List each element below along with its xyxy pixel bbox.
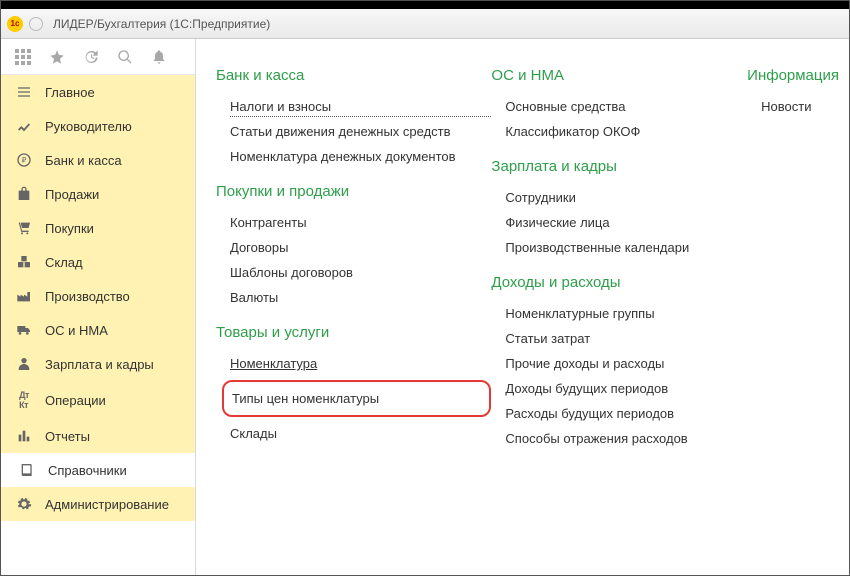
link-contract-templates[interactable]: Шаблоны договоров bbox=[216, 260, 491, 285]
link-individuals[interactable]: Физические лица bbox=[491, 210, 747, 235]
cart-icon bbox=[15, 220, 33, 236]
link-employees[interactable]: Сотрудники bbox=[491, 185, 747, 210]
sidebar-item-main[interactable]: Главное bbox=[1, 75, 195, 109]
apps-grid-icon[interactable] bbox=[15, 49, 31, 65]
sidebar-item-sales[interactable]: Продажи bbox=[1, 177, 195, 211]
boxes-icon bbox=[15, 254, 33, 270]
link-taxes[interactable]: Налоги и взносы bbox=[230, 94, 491, 119]
sidebar-item-label: Зарплата и кадры bbox=[45, 357, 154, 372]
section-income-expense[interactable]: Доходы и расходы bbox=[491, 274, 747, 291]
link-counterparties[interactable]: Контрагенты bbox=[216, 210, 491, 235]
truck-icon bbox=[15, 322, 33, 338]
link-future-expense[interactable]: Расходы будущих периодов bbox=[491, 401, 747, 426]
sidebar-item-label: Главное bbox=[45, 85, 95, 100]
link-cashflow-articles[interactable]: Статьи движения денежных средств bbox=[216, 119, 491, 144]
sidebar-item-label: Склад bbox=[45, 255, 83, 270]
factory-icon bbox=[15, 288, 33, 304]
bag-icon bbox=[15, 186, 33, 202]
section-assets[interactable]: ОС и НМА bbox=[491, 67, 747, 84]
link-nomenclature-groups[interactable]: Номенклатурные группы bbox=[491, 301, 747, 326]
sidebar-item-directories[interactable]: Справочники bbox=[1, 453, 195, 487]
sidebar-toolbar bbox=[1, 39, 195, 75]
section-info[interactable]: Информация bbox=[747, 67, 839, 84]
sidebar-item-purchases[interactable]: Покупки bbox=[1, 211, 195, 245]
section-buy-sell[interactable]: Покупки и продажи bbox=[216, 183, 491, 200]
sidebar-item-label: Справочники bbox=[48, 463, 127, 478]
sidebar-item-label: Банк и касса bbox=[45, 153, 122, 168]
link-cost-items[interactable]: Статьи затрат bbox=[491, 326, 747, 351]
person-icon bbox=[15, 356, 33, 372]
chart-line-icon bbox=[15, 118, 33, 134]
sidebar-item-warehouse[interactable]: Склад bbox=[1, 245, 195, 279]
svg-text:₽: ₽ bbox=[22, 156, 27, 165]
link-news[interactable]: Новости bbox=[747, 94, 839, 119]
sidebar-item-reports[interactable]: Отчеты bbox=[1, 419, 195, 453]
link-fixed-assets[interactable]: Основные средства bbox=[491, 94, 747, 119]
window-title: ЛИДЕР/Бухгалтерия (1С:Предприятие) bbox=[53, 17, 270, 31]
bell-icon[interactable] bbox=[151, 49, 167, 65]
highlight-price-types: Типы цен номенклатуры bbox=[222, 380, 491, 417]
section-hr[interactable]: Зарплата и кадры bbox=[491, 158, 747, 175]
history-icon[interactable] bbox=[83, 49, 99, 65]
link-other-income-expense[interactable]: Прочие доходы и расходы bbox=[491, 351, 747, 376]
sidebar: Главное Руководителю ₽ Банк и касса Прод… bbox=[1, 39, 196, 575]
sidebar-item-label: Руководителю bbox=[45, 119, 132, 134]
search-icon[interactable] bbox=[117, 49, 133, 65]
sidebar-item-bank[interactable]: ₽ Банк и касса bbox=[1, 143, 195, 177]
link-warehouses[interactable]: Склады bbox=[216, 421, 491, 446]
nav: Главное Руководителю ₽ Банк и касса Прод… bbox=[1, 75, 195, 575]
book-icon bbox=[18, 462, 36, 478]
sidebar-item-label: Администрирование bbox=[45, 497, 169, 512]
link-future-income[interactable]: Доходы будущих периодов bbox=[491, 376, 747, 401]
sidebar-item-manager[interactable]: Руководителю bbox=[1, 109, 195, 143]
app-logo-icon: 1с bbox=[7, 16, 23, 32]
link-cash-docs-nomenclature[interactable]: Номенклатура денежных документов bbox=[216, 144, 491, 169]
titlebar: 1с ЛИДЕР/Бухгалтерия (1С:Предприятие) bbox=[1, 9, 849, 39]
sidebar-item-label: Покупки bbox=[45, 221, 94, 236]
menu-icon bbox=[15, 84, 33, 100]
ruble-icon: ₽ bbox=[15, 152, 33, 168]
content-area: Банк и касса Налоги и взносы Статьи движ… bbox=[196, 39, 849, 575]
link-price-types[interactable]: Типы цен номенклатуры bbox=[224, 386, 481, 411]
bars-icon bbox=[15, 428, 33, 444]
sidebar-item-label: ОС и НМА bbox=[45, 323, 108, 338]
link-calendars[interactable]: Производственные календари bbox=[491, 235, 747, 260]
sidebar-item-label: Операции bbox=[45, 393, 106, 408]
star-icon[interactable] bbox=[49, 49, 65, 65]
sidebar-item-label: Производство bbox=[45, 289, 130, 304]
link-okof[interactable]: Классификатор ОКОФ bbox=[491, 119, 747, 144]
sidebar-item-label: Отчеты bbox=[45, 429, 90, 444]
sidebar-item-production[interactable]: Производство bbox=[1, 279, 195, 313]
sidebar-item-operations[interactable]: ДтКт Операции bbox=[1, 381, 195, 419]
link-currencies[interactable]: Валюты bbox=[216, 285, 491, 310]
section-bank[interactable]: Банк и касса bbox=[216, 67, 491, 84]
sidebar-item-admin[interactable]: Администрирование bbox=[1, 487, 195, 521]
section-goods[interactable]: Товары и услуги bbox=[216, 324, 491, 341]
gear-icon bbox=[15, 496, 33, 512]
link-contracts[interactable]: Договоры bbox=[216, 235, 491, 260]
link-nomenclature[interactable]: Номенклатура bbox=[216, 351, 491, 376]
debit-credit-icon: ДтКт bbox=[15, 390, 33, 410]
round-button-icon[interactable] bbox=[29, 17, 43, 31]
sidebar-item-hr[interactable]: Зарплата и кадры bbox=[1, 347, 195, 381]
sidebar-item-assets[interactable]: ОС и НМА bbox=[1, 313, 195, 347]
sidebar-item-label: Продажи bbox=[45, 187, 99, 202]
link-expense-methods[interactable]: Способы отражения расходов bbox=[491, 426, 747, 451]
